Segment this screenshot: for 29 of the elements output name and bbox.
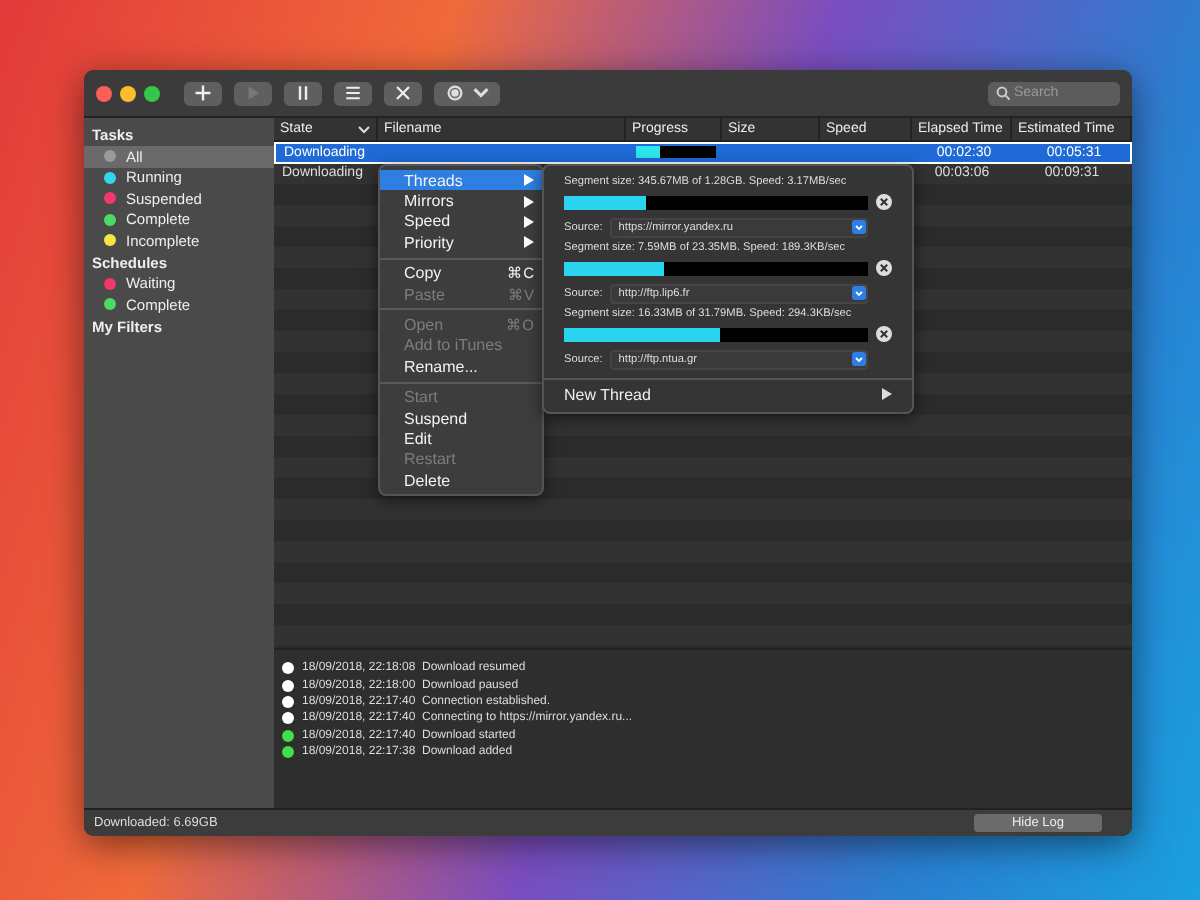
remove-icon[interactable] [876, 260, 892, 276]
list-icon [344, 84, 362, 102]
plus-icon [194, 84, 212, 102]
chevron-down-icon [471, 84, 489, 102]
menu-item[interactable]: Rename... [380, 356, 542, 378]
menu-item[interactable]: Mirrors [380, 190, 542, 212]
menu-item[interactable]: Edit [380, 428, 542, 450]
plus-button[interactable] [184, 81, 222, 105]
search-icon [996, 86, 1010, 100]
remove-icon[interactable] [876, 326, 892, 342]
close-button[interactable] [384, 81, 422, 105]
list-button[interactable] [334, 81, 372, 105]
pause-button[interactable] [284, 81, 322, 105]
menu-item[interactable]: Threads [380, 170, 542, 191]
dropdown-icon [852, 286, 866, 300]
play-icon [244, 84, 262, 102]
menu-item[interactable]: Suspend [380, 407, 542, 429]
menu-item[interactable]: Speed [380, 211, 542, 233]
menu-item[interactable]: Delete [380, 470, 542, 491]
speed-limit-button[interactable] [434, 81, 500, 105]
close-icon [394, 84, 412, 102]
play-button[interactable] [234, 81, 272, 105]
submenu-arrow-icon [882, 388, 892, 400]
dropdown-icon [852, 220, 866, 234]
new-thread-menu-item[interactable]: New Thread [544, 380, 912, 408]
pause-icon [294, 84, 312, 102]
remove-icon[interactable] [876, 194, 892, 210]
menu-item[interactable]: Priority [380, 232, 542, 254]
dropdown-icon [852, 352, 866, 366]
